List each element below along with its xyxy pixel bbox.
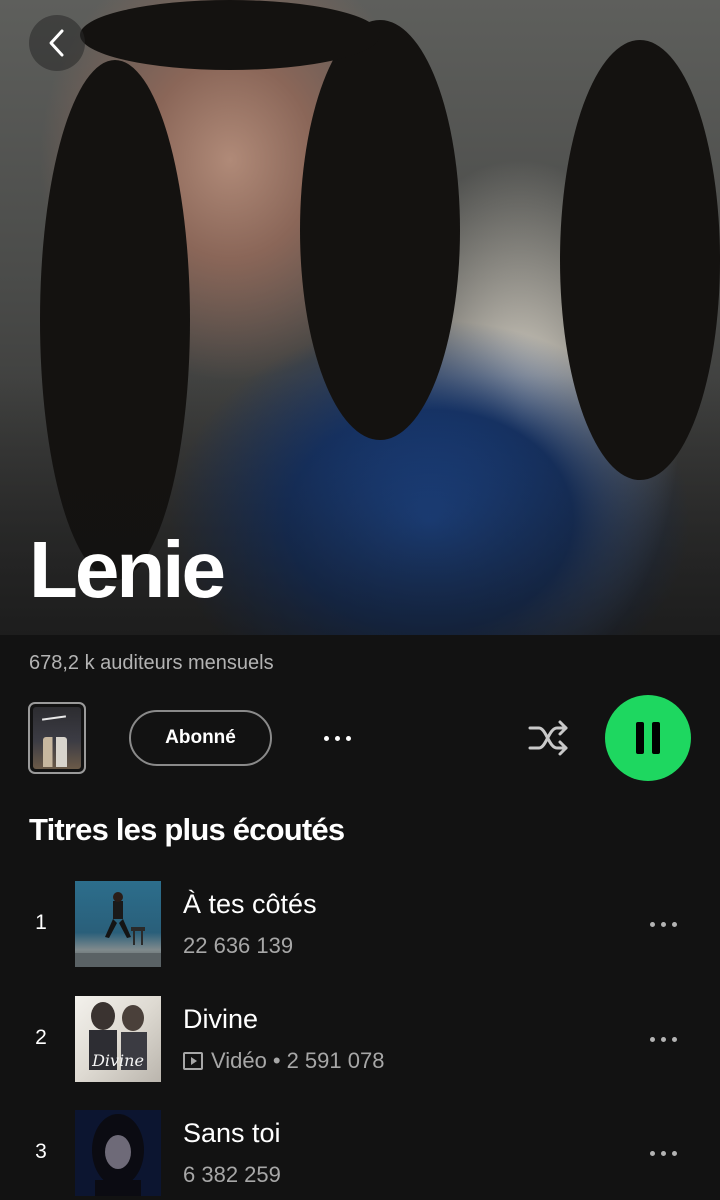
track-rank: 1 bbox=[35, 911, 47, 934]
pause-button[interactable] bbox=[605, 695, 691, 781]
follow-button[interactable]: Abonné bbox=[129, 710, 272, 766]
track-row[interactable]: 2 Divine Divine Vidéo • 2 591 078 bbox=[0, 996, 720, 1086]
back-button[interactable] bbox=[29, 15, 85, 71]
track-play-count: 22 636 139 bbox=[183, 933, 294, 958]
track-rank: 3 bbox=[35, 1140, 47, 1163]
track-more-button[interactable] bbox=[640, 909, 686, 939]
artist-actions: Abonné bbox=[0, 694, 720, 784]
track-title: Divine bbox=[183, 1004, 259, 1034]
monthly-listeners: 678,2 k auditeurs mensuels bbox=[29, 652, 274, 674]
artist-preview-thumbnail[interactable] bbox=[28, 702, 86, 774]
track-cover: Divine bbox=[75, 996, 161, 1082]
track-title: Sans toi bbox=[183, 1118, 281, 1148]
shuffle-icon bbox=[528, 720, 568, 756]
artist-name: Lenie bbox=[29, 525, 226, 614]
track-cover bbox=[75, 1110, 161, 1196]
section-title: Titres les plus écoutés bbox=[29, 812, 345, 847]
track-row[interactable]: 1 À tes côtés 22 636 139 bbox=[0, 881, 720, 971]
more-options-button[interactable] bbox=[313, 722, 361, 754]
track-meta: Vidéo • 2 591 078 bbox=[183, 1048, 384, 1074]
more-horizontal-icon bbox=[323, 735, 329, 741]
track-cover bbox=[75, 881, 161, 967]
track-title: À tes côtés bbox=[183, 889, 317, 919]
track-play-count: 2 591 078 bbox=[286, 1048, 385, 1073]
chevron-left-icon bbox=[49, 29, 64, 57]
video-label: Vidéo bbox=[211, 1048, 267, 1073]
track-more-button[interactable] bbox=[640, 1024, 686, 1054]
track-rank: 2 bbox=[35, 1026, 47, 1049]
shuffle-button[interactable] bbox=[525, 716, 573, 760]
video-icon bbox=[183, 1052, 203, 1070]
track-play-count: 6 382 259 bbox=[183, 1162, 281, 1187]
svg-text:Divine: Divine bbox=[91, 1051, 144, 1070]
track-more-button[interactable] bbox=[640, 1138, 686, 1168]
pause-icon bbox=[636, 722, 644, 754]
track-row[interactable]: 3 Sans toi 6 382 259 bbox=[0, 1110, 720, 1200]
